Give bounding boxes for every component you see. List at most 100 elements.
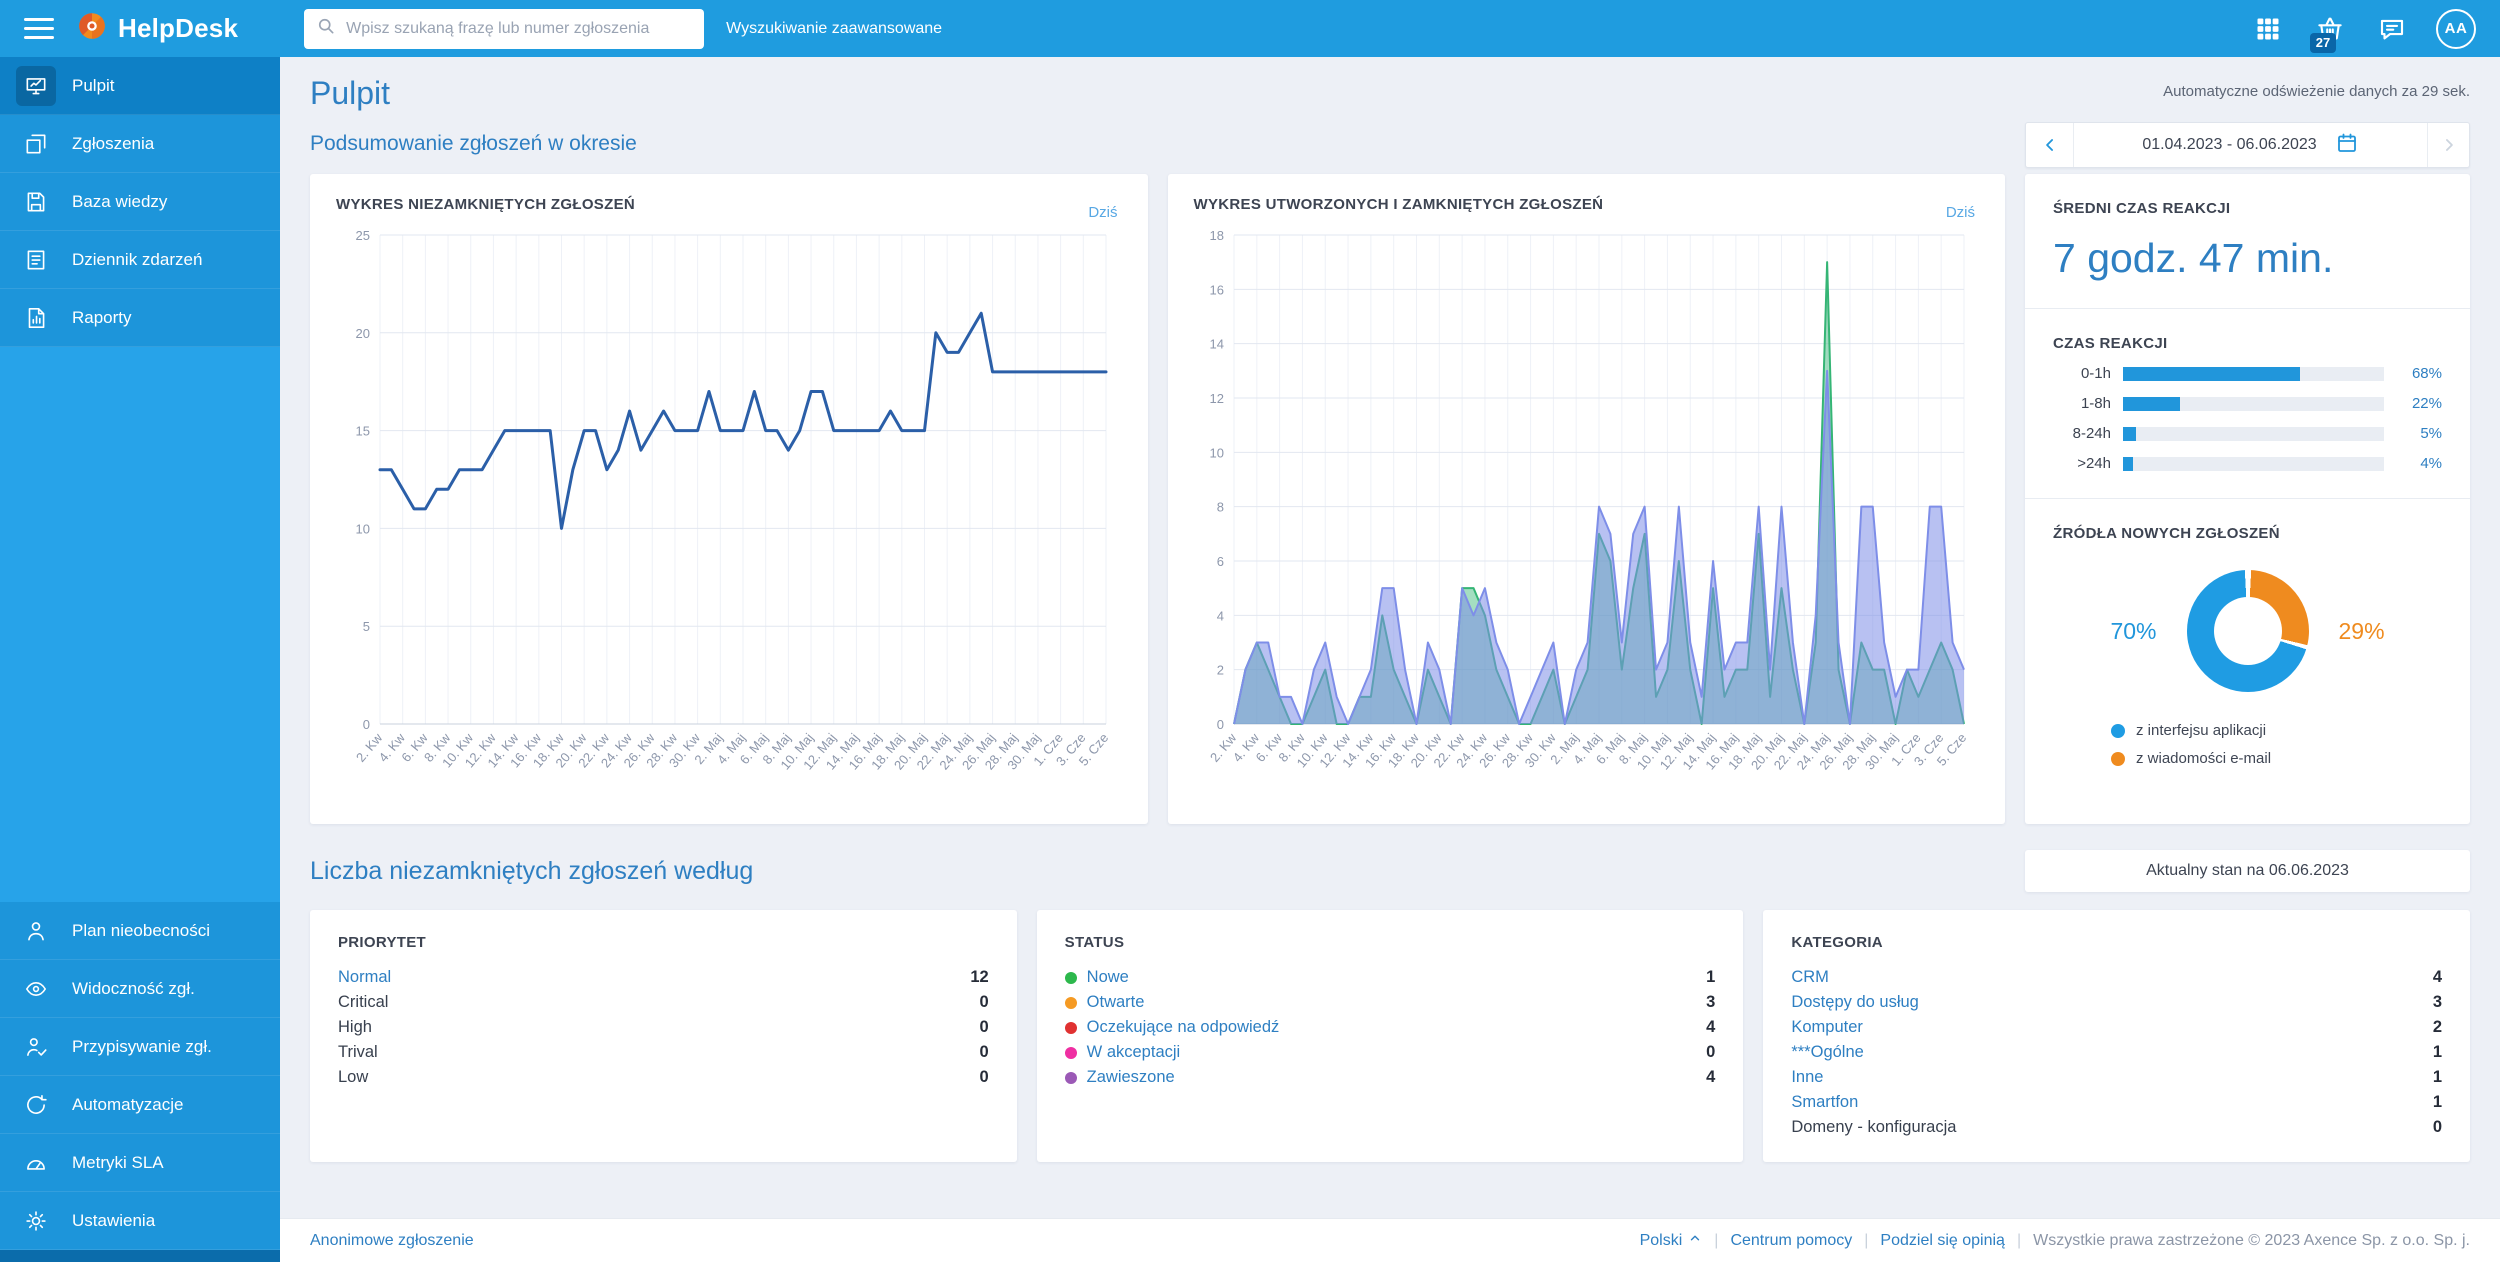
reaction-bar-percent: 22% [2396, 395, 2442, 412]
status-dot [1065, 1047, 1077, 1059]
copyright-text: Wszystkie prawa zastrzeżone © 2023 Axenc… [2033, 1232, 2470, 1250]
sidebar-cutoff-item [0, 1250, 280, 1262]
date-range-value: 01.04.2023 - 06.06.2023 [2142, 136, 2316, 154]
current-state-card: Aktualny stan na 06.06.2023 [2025, 850, 2470, 892]
stat-label-link[interactable]: Normal [338, 968, 391, 987]
stat-label-link[interactable]: ***Ogólne [1791, 1043, 1863, 1062]
legend-label: z wiadomości e-mail [2136, 750, 2271, 767]
stat-label-link[interactable]: CRM [1791, 968, 1829, 987]
avg-reaction-value: 7 godz. 47 min. [2053, 235, 2442, 282]
sidebar-item-metryki-sla[interactable]: Metryki SLA [0, 1134, 280, 1192]
reaction-bar-label: 8-24h [2053, 425, 2111, 442]
basket-icon[interactable]: 27 [2312, 11, 2348, 47]
basket-badge: 27 [2310, 33, 2336, 53]
today-annotation: Dziś [1088, 204, 1117, 221]
stat-value: 4 [1706, 1018, 1715, 1037]
chat-icon[interactable] [2374, 11, 2410, 47]
stat-row: Zawieszone4 [1065, 1065, 1716, 1090]
topbar: HelpDesk Wyszukiwanie zaawansowane 27 AA [0, 0, 2500, 57]
stat-label: Critical [338, 993, 388, 1012]
sidebar-item-plan-nieobecnosci[interactable]: Plan nieobecności [0, 902, 280, 960]
status-card-title: STATUS [1065, 934, 1716, 951]
stat-label-link[interactable]: Zawieszone [1065, 1068, 1175, 1087]
sidebar-item-zgloszenia[interactable]: Zgłoszenia [0, 115, 280, 173]
sidebar-item-label: Raporty [72, 308, 132, 328]
date-next-button[interactable] [2427, 123, 2469, 167]
footer: Anonimowe zgłoszenie Polski | Centrum po… [280, 1218, 2500, 1262]
sidebar-item-ustawienia[interactable]: Ustawienia [0, 1192, 280, 1250]
sidebar-item-pulpit[interactable]: Pulpit [0, 57, 280, 115]
stat-value: 0 [2433, 1118, 2442, 1137]
apps-grid-icon[interactable] [2250, 11, 2286, 47]
zgloszenia-icon [16, 124, 56, 164]
reaction-bar-percent: 68% [2396, 365, 2442, 382]
stat-row: Normal12 [338, 965, 989, 990]
sidebar-item-raporty[interactable]: Raporty [0, 289, 280, 347]
reaction-bar-fill [2123, 367, 2300, 381]
ustawienia-icon [16, 1201, 56, 1241]
stat-label-link[interactable]: Komputer [1791, 1018, 1863, 1037]
open-tickets-by-title: Liczba niezamkniętych zgłoszeń według [310, 857, 753, 886]
reaction-time-section: CZAS REAKCJI 0-1h68%1-8h22%8-24h5%>24h4% [2025, 308, 2470, 498]
legend-item: z interfejsu aplikacji [2111, 722, 2442, 739]
metryki-sla-icon [16, 1143, 56, 1183]
sidebar-item-baza-wiedzy[interactable]: Baza wiedzy [0, 173, 280, 231]
kpi-side-panel: ŚREDNI CZAS REAKCJI 7 godz. 47 min. CZAS… [2025, 174, 2470, 824]
help-center-link[interactable]: Centrum pomocy [1730, 1232, 1852, 1250]
stat-value: 0 [979, 1043, 988, 1062]
stat-label-link[interactable]: Dostępy do usług [1791, 993, 1919, 1012]
stat-label-link[interactable]: Otwarte [1065, 993, 1145, 1012]
stat-row: Low0 [338, 1065, 989, 1090]
reaction-bar-track [2123, 367, 2384, 381]
reaction-bar-track [2123, 427, 2384, 441]
stat-value: 3 [2433, 993, 2442, 1012]
widocznosc-zgl-icon [16, 969, 56, 1009]
stat-label-link[interactable]: Inne [1791, 1068, 1823, 1087]
search-icon [316, 16, 336, 41]
sidebar-item-przypisywanie-zgl[interactable]: Przypisywanie zgł. [0, 1018, 280, 1076]
stat-label-link[interactable]: Smartfon [1791, 1093, 1858, 1112]
search-input[interactable] [346, 20, 692, 38]
stat-label: Trival [338, 1043, 378, 1062]
sidebar-item-automatyzacje[interactable]: Automatyzacje [0, 1076, 280, 1134]
sidebar-item-widocznosc-zgl[interactable]: Widoczność zgł. [0, 960, 280, 1018]
stat-label-link[interactable]: W akceptacji [1065, 1043, 1181, 1062]
app-logo[interactable]: HelpDesk [76, 10, 238, 47]
stat-value: 0 [1706, 1043, 1715, 1062]
stat-label-link[interactable]: Nowe [1065, 968, 1129, 987]
baza-wiedzy-icon [16, 182, 56, 222]
date-range-field[interactable]: 01.04.2023 - 06.06.2023 [2074, 123, 2427, 167]
sources-donut-chart [2187, 570, 2309, 692]
footer-separator: | [2017, 1232, 2021, 1250]
svg-text:2: 2 [1216, 663, 1223, 678]
svg-text:0: 0 [363, 717, 370, 732]
menu-icon[interactable] [24, 18, 54, 39]
reaction-bar-percent: 4% [2396, 455, 2442, 472]
sources-email-percent: 29% [2339, 618, 2385, 645]
language-selector[interactable]: Polski [1640, 1231, 1703, 1250]
priority-card: PRIORYTET Normal12Critical0High0Trival0L… [310, 910, 1017, 1162]
stat-row: Oczekujące na odpowiedź 4 [1065, 1015, 1716, 1040]
avg-reaction-section: ŚREDNI CZAS REAKCJI 7 godz. 47 min. [2025, 174, 2470, 308]
created-closed-chart-card: WYKRES UTWORZONYCH I ZAMKNIĘTYCH ZGŁOSZE… [1168, 174, 2006, 824]
reaction-bar-label: 0-1h [2053, 365, 2111, 382]
global-search[interactable] [304, 9, 704, 49]
legend-dot [2111, 724, 2125, 738]
calendar-icon[interactable] [2335, 131, 2359, 160]
stat-value: 4 [2433, 968, 2442, 987]
reaction-bar-label: >24h [2053, 455, 2111, 472]
reaction-bar-percent: 5% [2396, 425, 2442, 442]
sidebar-bottom-group: Plan nieobecnościWidoczność zgł.Przypisy… [0, 902, 280, 1262]
svg-text:4: 4 [1216, 608, 1223, 623]
feedback-link[interactable]: Podziel się opinią [1880, 1232, 2005, 1250]
stat-row: Inne1 [1791, 1065, 2442, 1090]
date-prev-button[interactable] [2026, 123, 2074, 167]
advanced-search-link[interactable]: Wyszukiwanie zaawansowane [726, 20, 942, 38]
sidebar-item-dziennik-zdarzen[interactable]: Dziennik zdarzeń [0, 231, 280, 289]
stat-label-link[interactable]: Oczekujące na odpowiedź [1065, 1018, 1280, 1037]
anonymous-ticket-link[interactable]: Anonimowe zgłoszenie [310, 1232, 474, 1250]
user-avatar[interactable]: AA [2436, 9, 2476, 49]
svg-text:12: 12 [1209, 391, 1223, 406]
svg-text:25: 25 [356, 228, 370, 243]
stat-value: 3 [1706, 993, 1715, 1012]
